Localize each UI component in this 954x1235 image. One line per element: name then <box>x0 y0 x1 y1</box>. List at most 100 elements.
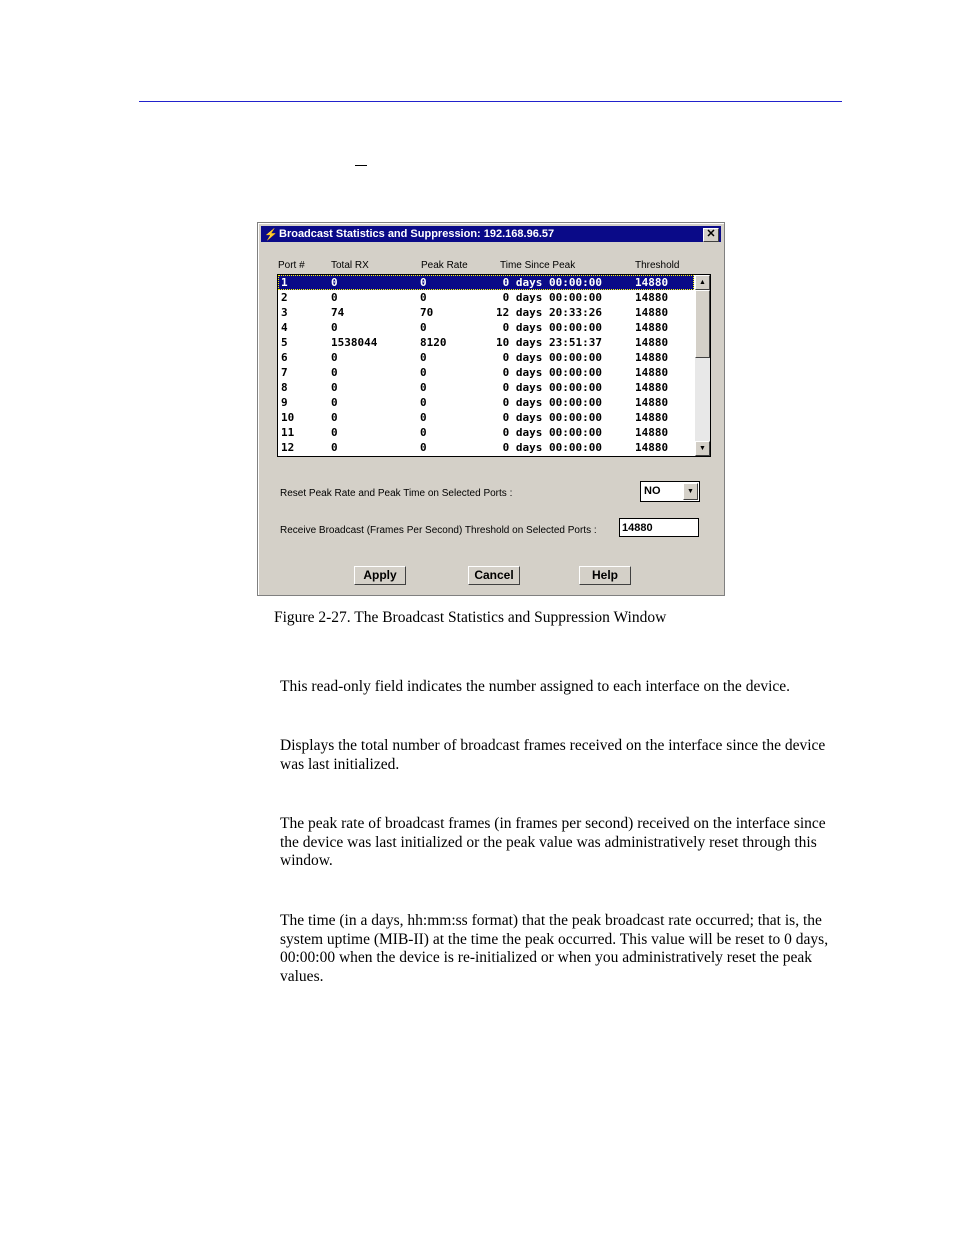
table-cell: 14880 <box>635 306 669 319</box>
col-time-since-peak: Time Since Peak <box>500 260 576 271</box>
port-list[interactable]: 12 0 0 0 days 00:00:00 14880 11 0 0 0 days 00:… <box>277 274 711 457</box>
table-cell: 0 days 00:00:00 <box>496 291 602 304</box>
cancel-button[interactable]: Cancel <box>468 566 520 585</box>
table-cell: 9 <box>281 396 288 409</box>
table-cell: 0 <box>420 396 427 409</box>
chevron-down-icon[interactable]: ▼ <box>683 483 698 500</box>
table-cell: 14880 <box>635 351 669 364</box>
table-cell: 0 days 00:00:00 <box>496 441 602 454</box>
table-row[interactable]: 6 0 0 0 days 00:00:00 14880 <box>278 350 694 365</box>
table-cell: 0 days 00:00:00 <box>496 426 602 439</box>
table-cell: 12 <box>281 441 295 454</box>
table-cell: 8 <box>281 381 288 394</box>
reset-dropdown[interactable]: NO ▼ <box>640 481 700 502</box>
col-threshold: Threshold <box>635 260 680 271</box>
app-icon: ⚡ <box>264 229 278 241</box>
table-cell: 14880 <box>635 321 669 334</box>
apply-button[interactable]: Apply <box>354 566 406 585</box>
table-cell: 1 <box>281 276 288 289</box>
table-cell: 0 <box>331 396 338 409</box>
reset-value: NO <box>644 485 661 497</box>
table-cell: 74 <box>331 306 345 319</box>
help-button[interactable]: Help <box>579 566 631 585</box>
table-row[interactable]: 11 0 0 0 days 00:00:00 14880 <box>278 425 694 440</box>
table-cell: 2 <box>281 291 288 304</box>
table-cell: 14880 <box>635 381 669 394</box>
table-cell: 0 days 00:00:00 <box>496 276 602 289</box>
table-cell: 0 days 00:00:00 <box>496 411 602 424</box>
table-cell: 14880 <box>635 426 669 439</box>
table-cell: 0 <box>331 321 338 334</box>
table-cell: 70 <box>420 306 434 319</box>
table-cell: 5 <box>281 336 288 349</box>
table-cell: 0 <box>420 411 427 424</box>
table-cell: 10 <box>281 411 295 424</box>
para-peak-rate: The peak rate of broadcast frames (in fr… <box>280 815 826 869</box>
table-cell: 0 days 00:00:00 <box>496 321 602 334</box>
table-cell: 7 <box>281 366 288 379</box>
table-row[interactable]: 7 0 0 0 days 00:00:00 14880 <box>278 365 694 380</box>
table-cell: 0 <box>331 426 338 439</box>
table-row[interactable]: 12 0 0 0 days 00:00:00 14880 <box>278 440 694 455</box>
table-cell: 0 days 00:00:00 <box>496 351 602 364</box>
threshold-label: Receive Broadcast (Frames Per Second) Th… <box>280 525 597 536</box>
table-cell: 0 <box>420 366 427 379</box>
table-cell: 11 <box>281 426 295 439</box>
header-rule <box>139 101 842 102</box>
table-cell: 8120 <box>420 336 447 349</box>
table-cell: 14880 <box>635 276 669 289</box>
table-cell: 0 <box>420 276 427 289</box>
table-row[interactable]: 4 0 0 0 days 00:00:00 14880 <box>278 320 694 335</box>
table-cell: 0 <box>420 351 427 364</box>
table-cell: 0 days 00:00:00 <box>496 381 602 394</box>
scroll-thumb[interactable] <box>695 290 710 358</box>
dash-mark <box>355 165 367 166</box>
scroll-up-icon[interactable]: ▲ <box>695 275 710 290</box>
table-cell: 0 <box>420 426 427 439</box>
table-cell: 0 <box>331 411 338 424</box>
table-cell: 0 <box>331 291 338 304</box>
table-cell: 12 days 20:33:26 <box>496 306 602 319</box>
threshold-input[interactable]: 14880 <box>619 518 699 537</box>
table-cell: 0 <box>331 381 338 394</box>
table-row[interactable]: 1 0 0 0 days 00:00:00 14880 <box>278 275 694 290</box>
col-peak-rate: Peak Rate <box>421 260 468 271</box>
table-cell: 0 <box>420 321 427 334</box>
para-time-since-peak: The time (in a days, hh:mm:ss format) th… <box>280 912 829 985</box>
table-cell: 14880 <box>635 291 669 304</box>
table-cell: 1538044 <box>331 336 378 349</box>
table-cell: 14880 <box>635 411 669 424</box>
table-cell: 10 days 23:51:37 <box>496 336 602 349</box>
table-row[interactable]: 5 1538044 8120 10 days 23:51:37 14880 <box>278 335 694 350</box>
para-total-rx: Displays the total number of broadcast f… <box>280 737 826 773</box>
reset-label: Reset Peak Rate and Peak Time on Selecte… <box>280 488 513 499</box>
table-cell: 3 <box>281 306 288 319</box>
col-total-rx: Total RX <box>331 260 369 271</box>
table-row[interactable]: 10 0 0 0 days 00:00:00 14880 <box>278 410 694 425</box>
close-button[interactable]: ✕ <box>703 228 719 242</box>
table-cell: 0 <box>331 366 338 379</box>
title-bar[interactable]: ⚡ Broadcast Statistics and Suppression: … <box>261 226 721 242</box>
table-cell: 6 <box>281 351 288 364</box>
table-cell: 14880 <box>635 396 669 409</box>
table-cell: 0 days 00:00:00 <box>496 366 602 379</box>
table-row[interactable]: 9 0 0 0 days 00:00:00 14880 <box>278 395 694 410</box>
table-cell: 14880 <box>635 336 669 349</box>
table-cell: 0 <box>331 441 338 454</box>
table-cell: 0 <box>331 351 338 364</box>
table-row[interactable]: 8 0 0 0 days 00:00:00 14880 <box>278 380 694 395</box>
scrollbar[interactable]: ▲ ▼ <box>695 275 710 456</box>
figure-caption: Figure 2-27. The Broadcast Statistics an… <box>274 609 667 626</box>
table-cell: 14880 <box>635 366 669 379</box>
broadcast-dialog: ⚡ Broadcast Statistics and Suppression: … <box>257 222 725 596</box>
scroll-down-icon[interactable]: ▼ <box>695 441 710 456</box>
table-cell: 0 days 00:00:00 <box>496 396 602 409</box>
table-cell: 0 <box>420 441 427 454</box>
dialog-title: Broadcast Statistics and Suppression: 19… <box>279 228 555 240</box>
table-cell: 0 <box>420 291 427 304</box>
table-cell: 0 <box>420 381 427 394</box>
col-port: Port # <box>278 260 305 271</box>
table-cell: 0 <box>331 276 338 289</box>
table-row[interactable]: 2 0 0 0 days 00:00:00 14880 <box>278 290 694 305</box>
table-row[interactable]: 3 74 70 12 days 20:33:26 14880 <box>278 305 694 320</box>
